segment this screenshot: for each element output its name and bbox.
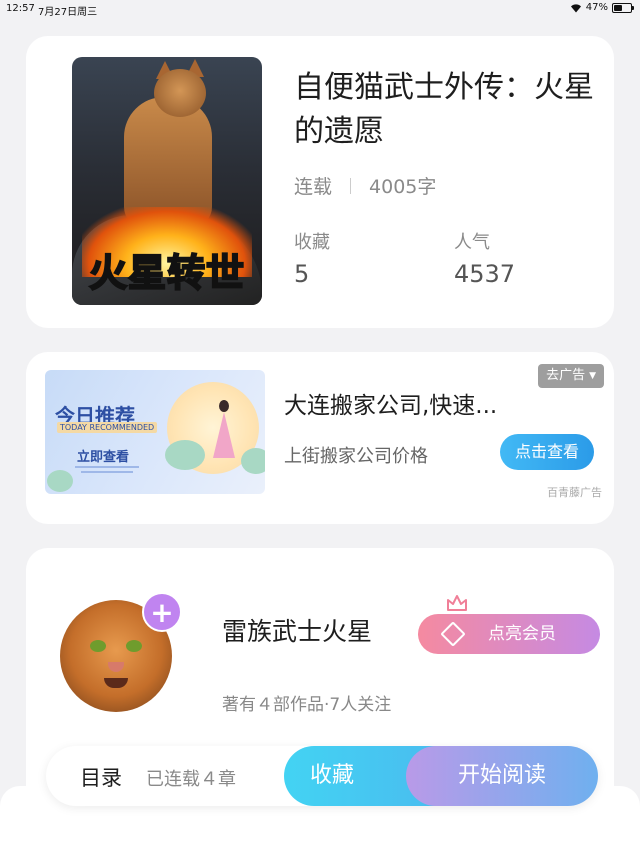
popularity-label: 人气 <box>454 232 490 253</box>
diamond-icon <box>440 621 466 647</box>
ad-banner-image[interactable]: 今日推荐 TODAY RECOMMENDED 立即查看 <box>45 370 265 494</box>
remove-ad-button[interactable]: 去广告 ▼ <box>538 364 604 388</box>
author-name[interactable]: 雷族武士火星 <box>222 612 372 648</box>
popularity-value: 4537 <box>454 260 516 288</box>
ad-banner-plant <box>47 470 73 492</box>
status-bar: 12:57 7月27日周三 47% <box>0 0 640 18</box>
ad-banner-subtitle: TODAY RECOMMENDED <box>57 422 158 433</box>
start-reading-button[interactable]: 开始阅读 <box>406 746 598 806</box>
chapters-count: 已连载４章 <box>146 769 236 790</box>
avatar-eye <box>90 640 106 652</box>
author-meta: 著有４部作品·7人关注 <box>222 695 392 715</box>
ad-source: 百青藤广告 <box>547 486 602 499</box>
status-date: 7月27日周三 <box>38 7 98 18</box>
favorites-label: 收藏 <box>294 232 330 253</box>
battery-icon <box>612 2 634 13</box>
table-of-contents-button[interactable]: 目录 <box>80 762 122 792</box>
book-status: 连载 <box>294 176 333 198</box>
vip-button[interactable]: 点亮会员 <box>418 614 600 654</box>
avatar-eye <box>126 640 142 652</box>
follow-plus-icon[interactable]: + <box>142 592 182 632</box>
crown-icon <box>447 595 467 611</box>
wifi-icon <box>570 3 581 13</box>
ad-banner-cta: 立即查看 <box>77 450 130 465</box>
chevron-down-icon: ▼ <box>589 371 596 381</box>
ad-banner-figure <box>213 400 235 470</box>
ad-title[interactable]: 大连搬家公司,快速... <box>284 386 497 420</box>
book-meta: 连载 4005字 <box>294 172 436 199</box>
popularity-stat: 人气 4537 <box>454 228 515 288</box>
cover-cat-head <box>154 69 206 117</box>
ad-banner-plant <box>165 440 205 470</box>
book-cover[interactable]: 火星转世 <box>72 57 262 305</box>
ad-banner-wave <box>75 466 139 468</box>
favorites-value: 5 <box>294 260 310 288</box>
ad-banner-plant <box>241 448 265 474</box>
book-word-count: 4005字 <box>369 176 437 198</box>
figure-head <box>219 400 229 412</box>
bottom-action-bar: 目录 已连载４章 收藏 开始阅读 <box>46 746 598 806</box>
battery-fill <box>614 4 622 11</box>
ad-view-button[interactable]: 点击查看 <box>500 434 594 470</box>
avatar-mouth <box>104 678 128 688</box>
book-info-card: 火星转世 自便猫武士外传：火星的遗愿 连载 4005字 收藏 5 人气 4537 <box>26 36 614 328</box>
figure-dress <box>213 412 235 458</box>
status-time: 12:57 <box>6 3 35 14</box>
ad-card[interactable]: 今日推荐 TODAY RECOMMENDED 立即查看 大连搬家公司,快速...… <box>26 352 614 524</box>
battery-percent: 47% <box>585 2 608 13</box>
meta-divider <box>350 177 352 194</box>
status-right: 47% <box>570 2 634 13</box>
cover-title: 火星转世 <box>88 250 245 296</box>
favorites-stat: 收藏 5 <box>294 228 330 288</box>
book-title: 自便猫武士外传：火星的遗愿 <box>294 70 594 149</box>
vip-label: 点亮会员 <box>488 624 556 644</box>
ad-banner-wave <box>81 471 133 473</box>
ad-description: 上街搬家公司价格 <box>284 446 428 467</box>
avatar-nose <box>108 662 124 672</box>
remove-ad-label: 去广告 <box>546 368 586 383</box>
